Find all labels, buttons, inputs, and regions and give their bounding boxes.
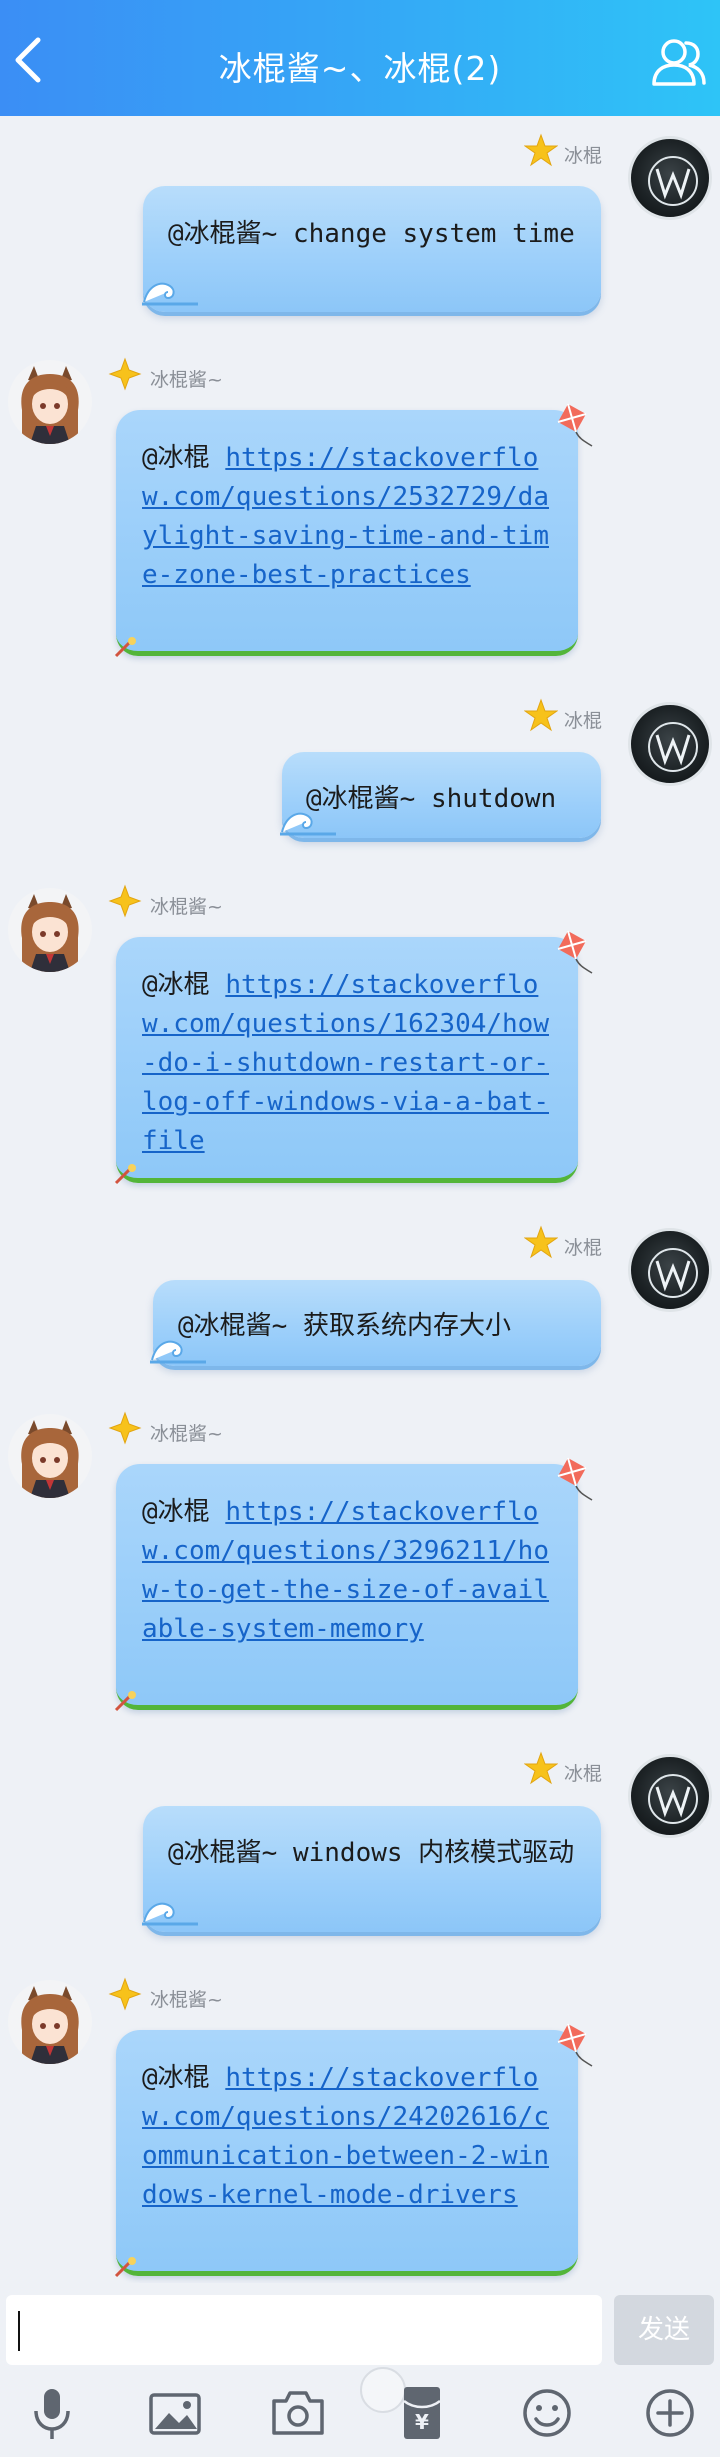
sender-nickname: 冰棍	[564, 145, 603, 167]
sender-nickname: 冰棍酱~	[150, 1989, 223, 2011]
mention: @冰棍	[142, 970, 210, 1000]
sender-nickname: 冰棍酱~	[150, 1423, 223, 1445]
anime-girl-avatar-icon	[21, 1986, 79, 2064]
avatar[interactable]	[628, 136, 712, 220]
avatar[interactable]	[628, 1754, 712, 1838]
star-badge-icon	[524, 1751, 558, 1785]
microphone-icon[interactable]	[22, 2383, 82, 2443]
sender-nickname: 冰棍	[564, 1763, 603, 1785]
emoji-icon[interactable]	[517, 2383, 577, 2443]
message-input[interactable]	[6, 2295, 602, 2365]
text-caret	[18, 2311, 20, 2351]
chat-title: 冰棍酱~、冰棍(2)	[218, 49, 502, 88]
anime-girl-avatar-icon	[21, 366, 79, 444]
wave-decoration-icon	[280, 812, 336, 836]
w-logo-icon	[648, 1774, 698, 1824]
title-bar: 冰棍酱~、冰棍(2)	[0, 0, 720, 116]
composer-bar: 发送 ¥	[0, 2283, 720, 2457]
plus-icon[interactable]	[640, 2383, 700, 2443]
pin-decoration-icon	[114, 1691, 136, 1712]
mention: @冰棍	[142, 443, 210, 473]
message-text: @冰棍酱~ 获取系统内存大小	[178, 1311, 511, 1341]
wave-decoration-icon	[142, 282, 198, 306]
message-text: @冰棍酱~ change system time	[168, 219, 575, 249]
sender-nickname: 冰棍酱~	[150, 896, 223, 918]
wave-decoration-icon	[142, 1902, 198, 1926]
w-logo-icon	[648, 156, 698, 206]
camera-icon[interactable]	[268, 2383, 328, 2443]
avatar[interactable]	[8, 888, 92, 972]
diamond-badge-icon	[108, 1977, 142, 2011]
svg-text:¥: ¥	[415, 2410, 429, 2434]
pin-decoration-icon	[114, 637, 136, 658]
avatar[interactable]	[8, 1980, 92, 2064]
pin-decoration-icon	[114, 2257, 136, 2278]
diamond-badge-icon	[108, 357, 142, 391]
sender-nickname: 冰棍酱~	[150, 369, 223, 391]
message-content: @冰棍 https://stackoverflow.com/questions/…	[142, 966, 562, 1161]
star-badge-icon	[524, 698, 558, 732]
message-content: @冰棍 https://stackoverflow.com/questions/…	[142, 2059, 562, 2215]
message-text: @冰棍酱~ windows 内核模式驱动	[168, 1838, 575, 1868]
avatar[interactable]	[8, 1414, 92, 1498]
diamond-badge-icon	[108, 884, 142, 918]
wave-decoration-icon	[150, 1340, 206, 1364]
pin-decoration-icon	[114, 1164, 136, 1185]
mention: @冰棍	[142, 2063, 210, 2093]
avatar[interactable]	[8, 360, 92, 444]
send-button[interactable]: 发送	[614, 2295, 714, 2365]
star-badge-icon	[524, 133, 558, 167]
mention: @冰棍	[142, 1497, 210, 1527]
sender-nickname: 冰棍	[564, 1237, 603, 1259]
red-packet-icon[interactable]: ¥	[392, 2383, 452, 2443]
anime-girl-avatar-icon	[21, 894, 79, 972]
star-badge-icon	[524, 1225, 558, 1259]
image-icon[interactable]	[145, 2383, 205, 2443]
w-logo-icon	[648, 1248, 698, 1298]
sender-nickname: 冰棍	[564, 710, 603, 732]
w-logo-icon	[648, 722, 698, 772]
group-members-icon[interactable]	[648, 34, 708, 90]
avatar[interactable]	[628, 1228, 712, 1312]
message-content: @冰棍 https://stackoverflow.com/questions/…	[142, 439, 562, 595]
message-text: @冰棍酱~ shutdown	[306, 784, 557, 814]
anime-girl-avatar-icon	[21, 1420, 79, 1498]
avatar[interactable]	[628, 702, 712, 786]
message-content: @冰棍 https://stackoverflow.com/questions/…	[142, 1493, 562, 1649]
diamond-badge-icon	[108, 1411, 142, 1445]
